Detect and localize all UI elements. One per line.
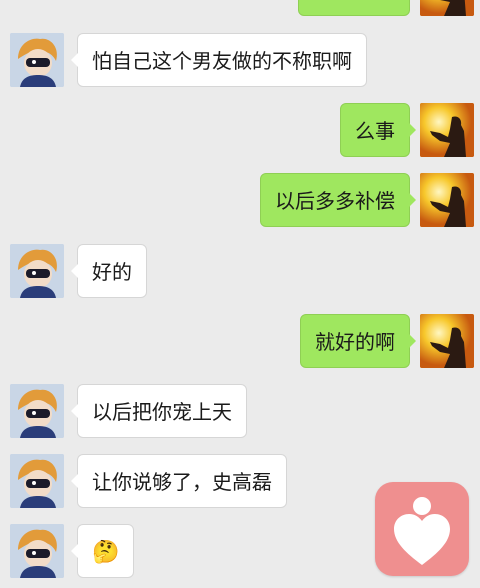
message-row: 以后多多补偿: [0, 173, 480, 229]
user-avatar-left[interactable]: [10, 244, 64, 298]
user-avatar-right[interactable]: [420, 103, 474, 157]
cartoon-character-avatar-icon: [10, 454, 64, 508]
sunset-silhouette-avatar-icon: [420, 0, 474, 16]
message-bubble-left[interactable]: 怕自己这个男友做的不称职啊: [71, 33, 367, 87]
sunset-silhouette-avatar-icon: [420, 103, 474, 157]
message-bubble-left[interactable]: 以后把你宠上天: [71, 384, 247, 438]
message-bubble-right[interactable]: 就好的啊: [300, 314, 416, 368]
message-row: 以后把你宠上天: [0, 384, 480, 440]
message-row: 么事: [0, 103, 480, 159]
message-bubble-right[interactable]: [298, 0, 410, 16]
sunset-silhouette-avatar-icon: [420, 173, 474, 227]
user-avatar-left[interactable]: [10, 524, 64, 578]
sunset-silhouette-avatar-icon: [420, 314, 474, 368]
cartoon-character-avatar-icon: [10, 384, 64, 438]
message-row: 怕自己这个男友做的不称职啊: [0, 33, 480, 89]
message-row: [0, 0, 480, 18]
floating-heart-button[interactable]: [375, 482, 469, 576]
message-bubble-right[interactable]: 以后多多补偿: [260, 173, 416, 227]
message-row: 就好的啊: [0, 314, 480, 370]
message-bubble-right[interactable]: 么事: [340, 103, 416, 157]
thinking-emoji: 🤔: [92, 540, 120, 565]
user-avatar-right[interactable]: [420, 173, 474, 227]
message-bubble-left[interactable]: 好的: [71, 244, 147, 298]
message-bubble-left[interactable]: 🤔: [70, 524, 135, 578]
user-avatar-left[interactable]: [10, 384, 64, 438]
user-avatar-right[interactable]: [420, 314, 474, 368]
user-avatar-left[interactable]: [10, 33, 64, 87]
message-bubble-left[interactable]: 让你说够了，史高磊: [71, 454, 287, 508]
message-row: 好的: [0, 244, 480, 300]
cartoon-character-avatar-icon: [10, 244, 64, 298]
cartoon-character-avatar-icon: [10, 33, 64, 87]
heart-person-icon: [394, 497, 450, 565]
user-avatar-right[interactable]: [420, 0, 474, 16]
cartoon-character-avatar-icon: [10, 524, 64, 578]
user-avatar-left[interactable]: [10, 454, 64, 508]
